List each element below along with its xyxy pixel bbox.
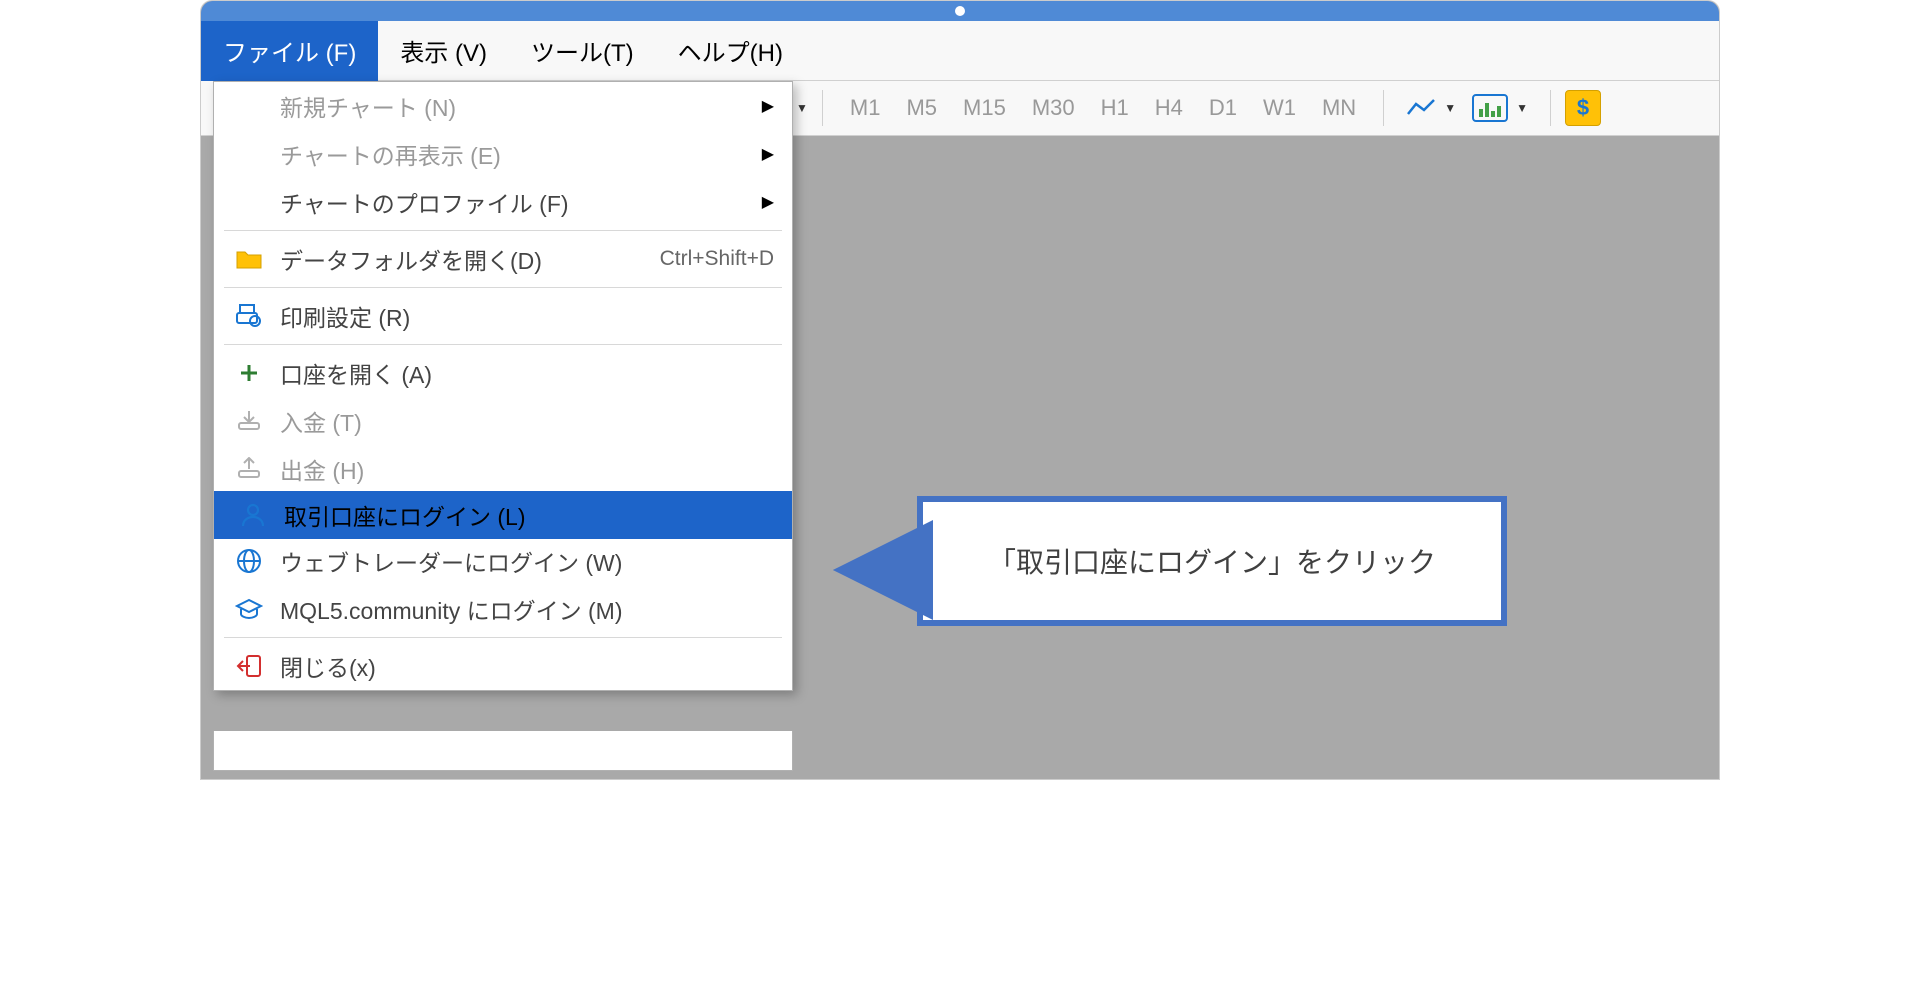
menu-item-print-setup[interactable]: 印刷設定 (R) (214, 292, 792, 340)
toolbar-separator (822, 90, 823, 126)
timeframe-m1[interactable]: M1 (837, 95, 894, 121)
file-menu-dropdown: 新規チャート (N) ▶ チャートの再表示 (E) ▶ チャートのプロファイル … (213, 81, 793, 691)
timeframe-m5[interactable]: M5 (893, 95, 950, 121)
menu-tools[interactable]: ツール(T) (509, 21, 656, 81)
toolbar-dropdown-chevron[interactable]: ▼ (796, 101, 808, 115)
titlebar-dot (955, 6, 965, 16)
chevron-down-icon: ▼ (1444, 101, 1456, 115)
timeframe-d1[interactable]: D1 (1196, 95, 1250, 121)
menu-item-login-mql5[interactable]: MQL5.community にログイン (M) (214, 585, 792, 633)
graduation-cap-icon (232, 592, 266, 626)
menu-item-label: 取引口座にログイン (L) (284, 498, 770, 532)
submenu-arrow-icon: ▶ (762, 192, 774, 212)
menu-item-label: 出金 (H) (280, 452, 774, 486)
timeframe-w1[interactable]: W1 (1250, 95, 1309, 121)
menu-help[interactable]: ヘルプ(H) (656, 21, 805, 81)
menu-item-label: 入金 (T) (280, 404, 774, 438)
deposit-icon (232, 404, 266, 438)
withdraw-icon (232, 452, 266, 486)
print-gear-icon (232, 299, 266, 333)
line-chart-button[interactable]: ▼ (1398, 98, 1464, 118)
chevron-down-icon: ▼ (1516, 101, 1528, 115)
app-window: ファイル (F) 表示 (V) ツール(T) ヘルプ(H) ▼ M1 M5 M1… (200, 0, 1720, 780)
menu-item-label: 口座を開く (A) (280, 356, 774, 390)
person-icon (236, 498, 270, 532)
menu-separator (224, 637, 782, 638)
menu-separator (224, 287, 782, 288)
menu-item-login-webtrader[interactable]: ウェブトレーダーにログイン (W) (214, 537, 792, 585)
menu-item-open-data-folder[interactable]: データフォルダを開く(D) Ctrl+Shift+D (214, 235, 792, 283)
timeframe-m30[interactable]: M30 (1019, 95, 1088, 121)
bar-chart-button[interactable]: ▼ (1464, 94, 1536, 122)
menu-item-label: 閉じる(x) (280, 649, 774, 683)
instruction-callout: 「取引口座にログイン」をクリック (917, 496, 1507, 626)
menu-separator (224, 344, 782, 345)
submenu-arrow-icon: ▶ (762, 144, 774, 164)
menu-item-label: データフォルダを開く(D) (280, 242, 660, 276)
menu-shortcut: Ctrl+Shift+D (660, 247, 774, 271)
menu-separator (224, 230, 782, 231)
toolbar-separator (1383, 90, 1384, 126)
menu-file[interactable]: ファイル (F) (201, 21, 378, 81)
timeframe-h1[interactable]: H1 (1088, 95, 1142, 121)
plus-icon (232, 356, 266, 390)
callout-text: 「取引口座にログイン」をクリック (988, 541, 1436, 581)
menu-item-close[interactable]: 閉じる(x) (214, 642, 792, 690)
menu-item-label: ウェブトレーダーにログイン (W) (280, 544, 774, 578)
dollar-button[interactable]: $ (1565, 90, 1601, 126)
timeframe-h4[interactable]: H4 (1142, 95, 1196, 121)
menu-item-reshow-chart[interactable]: チャートの再表示 (E) ▶ (214, 130, 792, 178)
menu-item-label: MQL5.community にログイン (M) (280, 592, 774, 626)
menu-item-new-chart[interactable]: 新規チャート (N) ▶ (214, 82, 792, 130)
menu-item-label: 新規チャート (N) (280, 89, 752, 123)
menu-item-login-trade-account[interactable]: 取引口座にログイン (L) (214, 491, 792, 539)
toolbar-separator (1550, 90, 1551, 126)
exit-icon (232, 649, 266, 683)
panel-strip (213, 731, 793, 771)
menu-item-open-account[interactable]: 口座を開く (A) (214, 349, 792, 397)
menu-view[interactable]: 表示 (V) (378, 21, 509, 81)
menu-item-label: 印刷設定 (R) (280, 299, 774, 333)
line-chart-icon (1406, 98, 1436, 118)
menubar: ファイル (F) 表示 (V) ツール(T) ヘルプ(H) (201, 21, 1719, 81)
globe-icon (232, 544, 266, 578)
menu-item-chart-profile[interactable]: チャートのプロファイル (F) ▶ (214, 178, 792, 226)
folder-icon (232, 242, 266, 276)
menu-item-label: チャートの再表示 (E) (280, 137, 752, 171)
titlebar (201, 1, 1719, 21)
bar-chart-icon (1472, 94, 1508, 122)
submenu-arrow-icon: ▶ (762, 96, 774, 116)
timeframe-mn[interactable]: MN (1309, 95, 1369, 121)
timeframe-m15[interactable]: M15 (950, 95, 1019, 121)
menu-item-withdraw: 出金 (H) (214, 445, 792, 493)
menu-item-deposit: 入金 (T) (214, 397, 792, 445)
menu-item-label: チャートのプロファイル (F) (280, 185, 752, 219)
